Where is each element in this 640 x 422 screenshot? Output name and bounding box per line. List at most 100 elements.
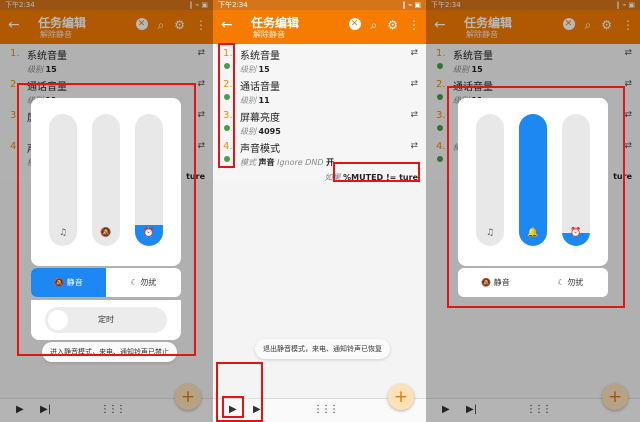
status-time: 下午2:34 — [218, 1, 248, 9]
timer-knob[interactable] — [48, 310, 68, 330]
toast: 进入静音模式，来电、通知铃声已禁止 — [42, 342, 177, 362]
more-icon[interactable]: ⋮ — [408, 18, 420, 33]
status-bar: 下午2:34 ‖ ⌁ ▣ — [426, 0, 640, 10]
task-name: 通话音量 — [240, 82, 280, 93]
reorder-icon[interactable]: ⇄ — [624, 110, 632, 120]
screen-right: 下午2:34 ‖ ⌁ ▣ ← 任务编辑 解除静音 ✕ ⌕ ⚙ ⋮ 1. 系统音量 级别… — [426, 0, 640, 422]
task-detail-value: 声音 — [258, 158, 275, 167]
status-icons: ‖ ⌁ ▣ — [402, 1, 421, 9]
play-icon[interactable]: ▶ — [229, 404, 237, 415]
play-icon[interactable]: ▶ — [442, 404, 450, 415]
task-name: 屏幕亮度 — [240, 113, 280, 124]
task-detail-label: 级别 — [240, 65, 256, 74]
page-subtitle: 解除静音 — [253, 30, 285, 39]
play-icon[interactable]: ▶ — [16, 404, 24, 415]
task-detail-value: 15 — [258, 65, 270, 74]
reorder-icon[interactable]: ⇄ — [624, 141, 632, 151]
add-button[interactable]: + — [388, 384, 414, 410]
clear-icon[interactable]: ✕ — [348, 18, 361, 30]
task-name: 系统音量 — [240, 51, 280, 62]
media-volume-slider[interactable]: ♫ — [476, 114, 504, 246]
back-arrow-icon[interactable]: ← — [8, 17, 20, 33]
gear-icon[interactable]: ⚙ — [601, 18, 612, 33]
grid-icon[interactable]: ⋮⋮⋮ — [313, 404, 339, 415]
condition-expression: %MUTED != ture — [343, 173, 418, 182]
add-button[interactable]: + — [602, 384, 628, 410]
task-number: 4. — [10, 141, 20, 152]
task-row[interactable]: 1. 系统音量 级别 15 ⇄ — [0, 44, 213, 75]
task-number: 3. — [10, 110, 20, 121]
status-time: 下午2:34 — [431, 1, 461, 9]
task-number: 1. — [10, 48, 20, 59]
task-list: 1. 系统音量 级别 15 ⇄ 2. 通话音量 级别 11 ⇄ 3. 屏幕亮度 … — [213, 44, 426, 183]
task-row[interactable]: 4. 声音模式 模式 声音 Ignore DND 开 ⇄ — [213, 137, 426, 168]
task-row[interactable]: 1. 系统音量 级别 15 ⇄ — [213, 44, 426, 75]
timer-toggle[interactable]: 定时 — [45, 307, 167, 333]
status-bar: 下午2:34 ‖ ⌁ ▣ — [0, 0, 213, 10]
reorder-icon[interactable]: ⇄ — [410, 79, 418, 89]
toast: 退出静音模式，来电、通知铃声已恢复 — [255, 339, 390, 359]
step-icon[interactable]: ▶| — [466, 404, 477, 415]
grid-icon[interactable]: ⋮⋮⋮ — [100, 404, 126, 415]
ring-volume-slider[interactable]: 🔕 — [92, 114, 120, 246]
more-icon[interactable]: ⋮ — [195, 18, 207, 33]
alarm-icon: ⏰ — [570, 228, 582, 238]
gear-icon[interactable]: ⚙ — [387, 18, 398, 33]
task-detail-label: 级别 — [240, 127, 256, 136]
more-icon[interactable]: ⋮ — [622, 18, 634, 33]
task-number: 3. — [436, 110, 446, 121]
enabled-indicator — [224, 156, 230, 162]
reorder-icon[interactable]: ⇄ — [624, 48, 632, 58]
grid-icon[interactable]: ⋮⋮⋮ — [526, 404, 552, 415]
back-arrow-icon[interactable]: ← — [434, 17, 446, 33]
mute-mode-button[interactable]: 🔕 静音 — [31, 268, 106, 297]
condition-tail: ture — [186, 172, 205, 181]
dnd-mode-button[interactable]: ☾ 勿扰 — [106, 268, 181, 297]
media-volume-slider[interactable]: ♫ — [49, 114, 77, 246]
task-detail-value: 15 — [45, 65, 57, 74]
enabled-indicator — [437, 156, 443, 162]
search-icon[interactable]: ⌕ — [371, 18, 378, 33]
step-icon[interactable]: ▶| — [253, 404, 264, 415]
task-detail-label: 级别 — [240, 96, 256, 105]
back-arrow-icon[interactable]: ← — [221, 17, 233, 33]
reorder-icon[interactable]: ⇄ — [197, 141, 205, 151]
reorder-icon[interactable]: ⇄ — [197, 48, 205, 58]
task-detail-label: 级别 — [453, 65, 469, 74]
alarm-volume-slider[interactable]: ⏰ — [135, 114, 163, 246]
reorder-icon[interactable]: ⇄ — [410, 141, 418, 151]
search-icon[interactable]: ⌕ — [158, 18, 165, 33]
search-icon[interactable]: ⌕ — [585, 18, 592, 33]
add-button[interactable]: + — [175, 384, 201, 410]
ring-volume-slider[interactable]: 🔔 — [519, 114, 547, 246]
bell-off-icon: 🔕 — [100, 228, 112, 238]
reorder-icon[interactable]: ⇄ — [197, 79, 205, 89]
reorder-icon[interactable]: ⇄ — [197, 110, 205, 120]
bell-off-icon: 🔕 — [481, 278, 492, 287]
dnd-mode-button[interactable]: ☾ 勿扰 — [533, 268, 608, 297]
clear-icon[interactable]: ✕ — [135, 18, 148, 30]
task-row[interactable]: 2. 通话音量 级别 11 ⇄ — [213, 75, 426, 106]
mode-selector: 🔕 静音 ☾ 勿扰 — [458, 268, 608, 297]
task-detail-label: 级别 — [27, 65, 43, 74]
clear-icon[interactable]: ✕ — [562, 18, 575, 30]
condition[interactable]: 如果 %MUTED != ture — [213, 172, 426, 183]
task-number: 2. — [223, 79, 233, 90]
app-bar: ← 任务编辑 解除静音 ✕ ⌕ ⚙ ⋮ — [426, 10, 640, 44]
task-name: 通话音量 — [27, 82, 67, 93]
task-row[interactable]: 1. 系统音量 级别 15 ⇄ — [426, 44, 640, 75]
reorder-icon[interactable]: ⇄ — [410, 110, 418, 120]
task-row[interactable]: 3. 屏幕亮度 级别 4095 ⇄ — [213, 106, 426, 137]
mute-mode-button[interactable]: 🔕 静音 — [458, 268, 533, 297]
task-detail-value2: 开 — [326, 158, 335, 167]
step-icon[interactable]: ▶| — [40, 404, 51, 415]
alarm-icon: ⏰ — [143, 228, 155, 238]
timer-section: 定时 — [31, 300, 181, 340]
gear-icon[interactable]: ⚙ — [174, 18, 185, 33]
status-time: 下午2:34 — [5, 1, 35, 9]
music-note-icon: ♫ — [58, 228, 68, 238]
reorder-icon[interactable]: ⇄ — [410, 48, 418, 58]
task-number: 1. — [223, 48, 233, 59]
reorder-icon[interactable]: ⇄ — [624, 79, 632, 89]
alarm-volume-slider[interactable]: ⏰ — [562, 114, 590, 246]
